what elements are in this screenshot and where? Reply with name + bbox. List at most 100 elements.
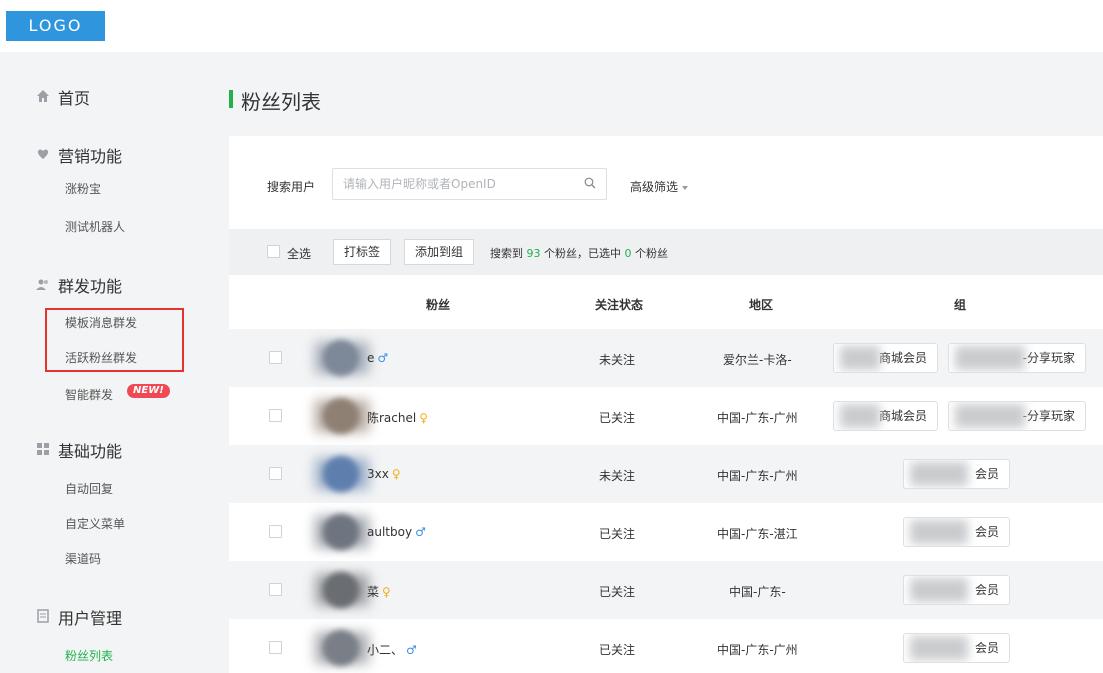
column-header-fans: 粉丝: [426, 298, 451, 312]
top-bar: LOGO: [0, 0, 1103, 52]
follow-status: 已关注: [599, 643, 636, 657]
sidebar: 首页 营销功能 涨粉宝 测试机器人 群发功能 模板消息群发 活跃粉丝群发 智能群…: [0, 52, 205, 673]
group-tag-label: 商城会员: [878, 351, 927, 365]
logo[interactable]: LOGO: [6, 11, 105, 41]
group-tag[interactable]: -分享玩家: [948, 401, 1086, 431]
avatar[interactable]: [323, 514, 359, 550]
app-shell: 首页 营销功能 涨粉宝 测试机器人 群发功能 模板消息群发 活跃粉丝群发 智能群…: [0, 52, 1103, 673]
table-row[interactable]: aultboy ♂ 已关注 中国-广东-湛江 会员: [229, 503, 1103, 561]
avatar[interactable]: [323, 572, 359, 608]
table-row[interactable]: 小二、 ♂ 已关注 中国-广东-广州 会员: [229, 619, 1103, 673]
table-row[interactable]: 3xx ♀ 未关注 中国-广东-广州 会员: [229, 445, 1103, 503]
found-count: 93: [526, 247, 541, 260]
table-row[interactable]: 陈rachel ♀ 已关注 中国-广东-广州 商城会员 -分享玩家: [229, 387, 1103, 445]
tag-blur: [840, 404, 880, 428]
row-checkbox[interactable]: [269, 351, 282, 364]
sidebar-item-custom-menu[interactable]: 自定义菜单: [65, 515, 125, 532]
fan-name-text: aultboy: [367, 525, 413, 539]
gender-female-icon: ♀: [382, 585, 391, 599]
fan-name-text: 小二、: [367, 643, 404, 657]
sidebar-item-auto-reply[interactable]: 自动回复: [65, 480, 113, 497]
gender-female-icon: ♀: [419, 411, 429, 425]
search-icon[interactable]: [584, 177, 596, 189]
table-header: 粉丝 关注状态 地区 组: [229, 275, 1103, 329]
follow-status: 未关注: [599, 469, 636, 483]
gender-male-icon: ♂: [377, 351, 389, 365]
sidebar-item-channel-code[interactable]: 渠道码: [65, 550, 101, 567]
row-checkbox[interactable]: [269, 641, 282, 654]
fan-name[interactable]: 菜 ♀: [367, 583, 391, 600]
tag-button[interactable]: 打标签: [333, 239, 392, 265]
avatar[interactable]: [323, 398, 359, 434]
group-tag[interactable]: 会员: [903, 459, 1010, 489]
sidebar-section-marketing[interactable]: 营销功能: [58, 143, 122, 167]
summary-mid: 个粉丝，已选中: [544, 247, 621, 260]
title-accent-bar: [229, 90, 233, 108]
grid-icon: [37, 443, 49, 455]
follow-status: 已关注: [599, 527, 636, 541]
group-tag[interactable]: 商城会员: [833, 401, 938, 431]
sidebar-section-basic[interactable]: 基础功能: [58, 438, 122, 462]
region: 中国-广东-: [729, 585, 786, 599]
sidebar-item-grow-fans[interactable]: 涨粉宝: [65, 180, 101, 197]
select-all-label: 全选: [287, 247, 312, 261]
tag-blur: [955, 346, 1025, 370]
group-tag[interactable]: 商城会员: [833, 343, 938, 373]
highlight-annotation: [45, 308, 184, 372]
home-icon: [37, 90, 49, 102]
page-title: 粉丝列表: [241, 90, 321, 114]
group-tag-label: -分享玩家: [1022, 409, 1075, 423]
follow-status: 已关注: [599, 585, 636, 599]
row-checkbox[interactable]: [269, 525, 282, 538]
group-tag[interactable]: 会员: [903, 575, 1010, 605]
tag-blur: [955, 404, 1025, 428]
row-checkbox[interactable]: [269, 583, 282, 596]
group-tag[interactable]: -分享玩家: [948, 343, 1086, 373]
region: 中国-广东-广州: [717, 411, 798, 425]
search-input[interactable]: [333, 169, 573, 199]
fan-name[interactable]: aultboy ♂: [367, 525, 426, 539]
add-to-group-button[interactable]: 添加到组: [404, 239, 475, 265]
follow-status: 已关注: [599, 411, 636, 425]
group-tag-label: 商城会员: [878, 409, 927, 423]
row-checkbox[interactable]: [269, 467, 282, 480]
column-header-group: 组: [954, 298, 967, 312]
group-tag[interactable]: 会员: [903, 517, 1010, 547]
fan-name[interactable]: 小二、 ♂: [367, 641, 417, 658]
sidebar-item-smart-broadcast[interactable]: 智能群发: [65, 386, 113, 403]
fan-name-text: 菜: [367, 585, 380, 599]
row-checkbox[interactable]: [269, 409, 282, 422]
group-tag-label: 会员: [974, 641, 999, 655]
region: 中国-广东-广州: [717, 469, 798, 483]
sidebar-item-home[interactable]: 首页: [58, 85, 90, 109]
sidebar-section-broadcast[interactable]: 群发功能: [58, 273, 122, 297]
fan-name[interactable]: 3xx ♀: [367, 467, 401, 481]
table-row[interactable]: 菜 ♀ 已关注 中国-广东- 会员: [229, 561, 1103, 619]
gender-male-icon: ♂: [415, 525, 426, 539]
region: 爱尔兰-卡洛-: [723, 353, 792, 367]
tag-blur: [910, 636, 968, 660]
group-tag-label: 会员: [974, 583, 999, 597]
table-row[interactable]: e ♂ 未关注 爱尔兰-卡洛- 商城会员 -分享玩家: [229, 329, 1103, 387]
advanced-filter-dropdown[interactable]: 高级筛选: [630, 178, 689, 195]
tag-blur: [910, 462, 968, 486]
sidebar-item-test-robot[interactable]: 测试机器人: [65, 218, 125, 235]
avatar[interactable]: [323, 630, 359, 666]
group-tag-label: 会员: [974, 467, 999, 481]
sidebar-item-fan-list[interactable]: 粉丝列表: [65, 647, 113, 664]
select-all-checkbox[interactable]: [267, 245, 280, 258]
gender-male-icon: ♂: [406, 643, 417, 657]
tag-blur: [910, 578, 968, 602]
summary-prefix: 搜索到: [490, 247, 523, 260]
sidebar-section-user-management[interactable]: 用户管理: [58, 605, 122, 629]
avatar[interactable]: [323, 456, 359, 492]
tag-blur: [910, 520, 968, 544]
fan-list-panel: 搜索用户 高级筛选 全选 打标签 添加到组 搜索到 93 个粉丝，已选中 0 个…: [229, 136, 1103, 673]
fan-name[interactable]: 陈rachel ♀: [367, 409, 428, 426]
column-header-region: 地区: [749, 298, 774, 312]
chevron-down-icon: [682, 185, 689, 190]
avatar[interactable]: [323, 340, 359, 376]
fan-name[interactable]: e ♂: [367, 351, 388, 365]
group-tag[interactable]: 会员: [903, 633, 1010, 663]
fan-name-text: 3xx: [367, 467, 389, 481]
